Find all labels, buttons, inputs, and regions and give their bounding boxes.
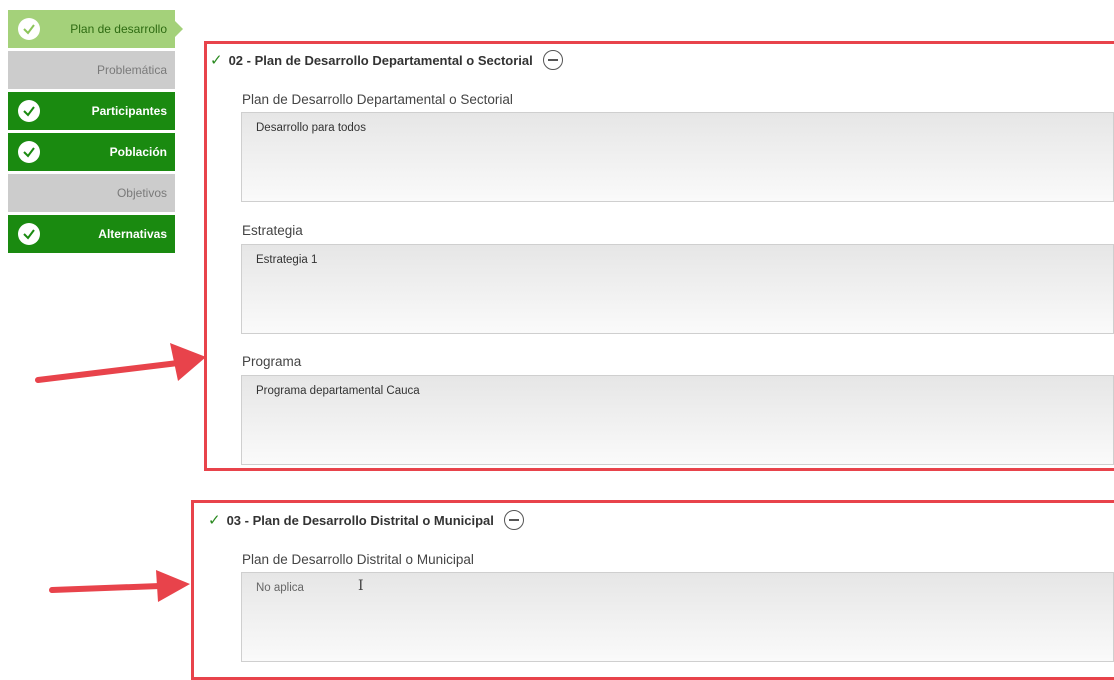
section-03-header[interactable]: ✓ 03 - Plan de Desarrollo Distrital o Mu… [208,510,524,530]
check-circle-icon [18,100,40,122]
step-objetivos[interactable]: Objetivos [8,174,175,212]
checkmark-icon: ✓ [210,52,223,69]
step-label: Problemática [96,63,167,77]
annotation-arrow-icon [35,343,206,383]
field-label-plan-municipal: Plan de Desarrollo Distrital o Municipal [242,552,474,567]
step-label: Objetivos [116,186,167,200]
step-problematica[interactable]: Problemática [8,51,175,89]
plan-municipal-field[interactable]: No aplica [241,572,1114,662]
step-plan-de-desarrollo[interactable]: Plan de desarrollo [8,10,183,48]
estrategia-field[interactable]: Estrategia 1 [241,244,1114,334]
checkmark-icon: ✓ [208,512,221,529]
check-circle-icon [18,18,40,40]
field-value: Desarrollo para todos [256,122,366,134]
step-sidebar: Plan de desarrollo Problemática Particip… [8,10,183,256]
field-label-plan-departamental: Plan de Desarrollo Departamental o Secto… [242,92,513,107]
collapse-icon[interactable] [503,510,524,530]
field-value: Estrategia 1 [256,254,318,266]
step-label: Participantes [91,104,167,118]
field-value: Programa departamental Cauca [256,385,420,397]
section-title: 03 - Plan de Desarrollo Distrital o Muni… [226,512,494,528]
check-circle-icon [18,223,40,245]
collapse-icon[interactable] [542,50,563,70]
step-label: Población [109,145,167,159]
step-label: Alternativas [98,227,167,241]
step-poblacion[interactable]: Población [8,133,175,171]
plan-departamental-field[interactable]: Desarrollo para todos [241,112,1114,202]
programa-field[interactable]: Programa departamental Cauca [241,375,1114,465]
check-circle-icon [18,141,40,163]
text-cursor-icon: I [358,578,364,594]
section-title: 02 - Plan de Desarrollo Departamental o … [228,52,533,68]
field-label-programa: Programa [242,354,302,369]
field-value: No aplica [256,582,304,594]
step-participantes[interactable]: Participantes [8,92,175,130]
step-alternativas[interactable]: Alternativas [8,215,175,253]
field-label-estrategia: Estrategia [242,223,303,238]
annotation-arrow-icon [49,570,190,602]
step-label: Plan de desarrollo [70,22,167,36]
section-02-header[interactable]: ✓ 02 - Plan de Desarrollo Departamental … [210,50,563,70]
